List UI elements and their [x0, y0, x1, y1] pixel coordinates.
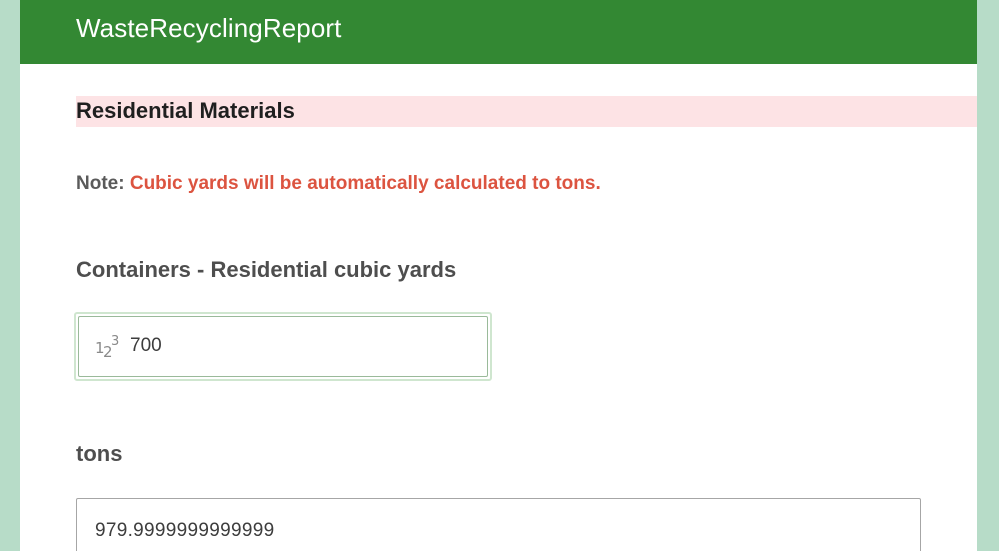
containers-cubic-yards-value: 700	[130, 335, 162, 356]
containers-cubic-yards-label: Containers - Residential cubic yards	[76, 257, 457, 282]
calculation-note: Note: Cubic yards will be automatically …	[76, 172, 601, 196]
group-title: Residential Materials	[76, 98, 295, 123]
note-label: Note:	[76, 173, 125, 194]
note-text: Cubic yards will be automatically calcul…	[129, 173, 601, 194]
tons-input[interactable]: 979.9999999999999	[76, 498, 921, 551]
tons-label: tons	[76, 441, 123, 466]
containers-cubic-yards-input[interactable]: 123 700	[74, 312, 492, 381]
group-header-residential-materials: Residential Materials	[76, 96, 977, 127]
numeric-123-icon: 123	[95, 334, 120, 361]
survey-form: WasteRecyclingReport Residential Materia…	[20, 0, 977, 551]
form-title: WasteRecyclingReport	[76, 13, 342, 43]
form-header: WasteRecyclingReport	[20, 0, 977, 64]
tons-value: 979.9999999999999	[95, 520, 275, 541]
